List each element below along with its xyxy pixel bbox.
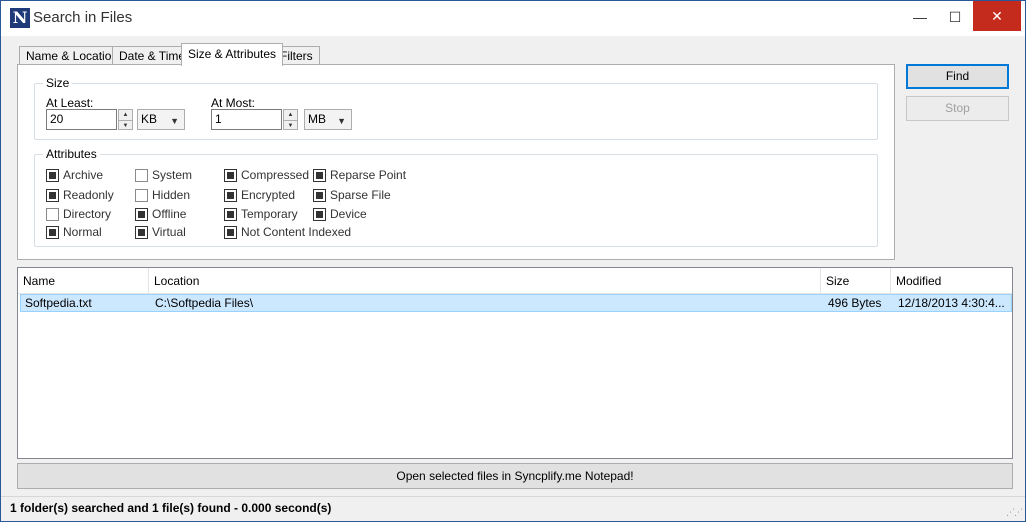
stop-button[interactable]: Stop — [906, 96, 1009, 121]
status-text: 1 folder(s) searched and 1 file(s) found… — [10, 501, 332, 515]
table-row[interactable]: Softpedia.txt C:\Softpedia Files\ 496 By… — [20, 294, 1012, 312]
spin-up-icon[interactable]: ▲ — [284, 110, 297, 120]
attr-label: Offline — [152, 207, 187, 221]
checkbox-archive[interactable] — [46, 169, 59, 182]
attr-label: Hidden — [152, 188, 191, 202]
checkbox-temporary[interactable] — [224, 208, 237, 221]
attributes-group: Attributes Archive Readonly Directory No… — [34, 147, 878, 247]
spin-down-icon[interactable]: ▼ — [119, 120, 132, 130]
size-group-title: Size — [43, 76, 73, 90]
window-title: Search in Files — [33, 9, 133, 26]
open-selected-files-button[interactable]: Open selected files in Syncplify.me Note… — [17, 463, 1013, 489]
at-least-unit-value: KB — [141, 112, 158, 126]
cell-modified: 12/18/2013 4:30:4... — [898, 296, 1005, 310]
status-bar: 1 folder(s) searched and 1 file(s) found… — [1, 496, 1025, 521]
attr-label: Reparse Point — [330, 168, 407, 182]
at-least-input[interactable]: 20 — [46, 109, 117, 130]
checkbox-hidden[interactable] — [135, 189, 148, 202]
attr-label: Normal — [63, 225, 102, 239]
at-least-spinner[interactable]: ▲ ▼ — [118, 109, 133, 130]
at-most-label: At Most: — [211, 96, 256, 110]
attr-label: Encrypted — [241, 188, 296, 202]
cell-name: Softpedia.txt — [25, 296, 92, 310]
size-group: Size At Least: 20 ▲ ▼ KB ▼ At Most: 1 ▲ … — [34, 76, 878, 140]
attr-label: Temporary — [241, 207, 298, 221]
chevron-down-icon: ▼ — [170, 116, 179, 126]
tab-name-location[interactable]: Name & Location — [19, 46, 126, 65]
spin-down-icon[interactable]: ▼ — [284, 120, 297, 130]
attr-label: Readonly — [63, 188, 114, 202]
at-least-label: At Least: — [46, 96, 94, 110]
at-most-unit-select[interactable]: MB ▼ — [304, 109, 352, 130]
checkbox-sparse-file[interactable] — [313, 189, 326, 202]
minimize-button[interactable]: — — [903, 1, 937, 33]
attr-label: Virtual — [152, 225, 186, 239]
attr-label: Archive — [63, 168, 104, 182]
attr-label: Not Content Indexed — [241, 225, 352, 239]
at-most-spinner[interactable]: ▲ ▼ — [283, 109, 298, 130]
cell-location: C:\Softpedia Files\ — [155, 296, 254, 310]
checkbox-directory[interactable] — [46, 208, 59, 221]
at-least-unit-select[interactable]: KB ▼ — [137, 109, 185, 130]
attr-label: Directory — [63, 207, 112, 221]
attr-label: Device — [330, 207, 367, 221]
results-list[interactable]: Name Location Size Modified Softpedia.tx… — [17, 267, 1013, 459]
checkbox-not-content-indexed[interactable] — [224, 226, 237, 239]
maximize-button[interactable]: ☐ — [938, 1, 972, 33]
checkbox-reparse-point[interactable] — [313, 169, 326, 182]
size-attributes-panel: Size At Least: 20 ▲ ▼ KB ▼ At Most: 1 ▲ … — [17, 64, 895, 260]
title-bar: N Search in Files — ☐ ✕ — [1, 1, 1025, 36]
checkbox-encrypted[interactable] — [224, 189, 237, 202]
app-icon: N — [10, 8, 30, 28]
column-header-modified[interactable]: Modified — [891, 268, 1012, 294]
attr-label: Compressed — [241, 168, 310, 182]
checkbox-device[interactable] — [313, 208, 326, 221]
column-header-name[interactable]: Name — [18, 268, 149, 294]
column-header-size[interactable]: Size — [821, 268, 891, 294]
cell-size: 496 Bytes — [828, 296, 882, 310]
attr-label: System — [152, 168, 193, 182]
find-button[interactable]: Find — [906, 64, 1009, 89]
checkbox-system[interactable] — [135, 169, 148, 182]
checkbox-offline[interactable] — [135, 208, 148, 221]
checkbox-compressed[interactable] — [224, 169, 237, 182]
resize-grip-icon[interactable]: ⋰⋰ — [1006, 507, 1023, 518]
checkbox-readonly[interactable] — [46, 189, 59, 202]
checkbox-normal[interactable] — [46, 226, 59, 239]
results-header: Name Location Size Modified — [18, 268, 1012, 294]
checkbox-virtual[interactable] — [135, 226, 148, 239]
chevron-down-icon: ▼ — [337, 116, 346, 126]
spin-up-icon[interactable]: ▲ — [119, 110, 132, 120]
search-in-files-window: N Search in Files — ☐ ✕ Name & Location … — [0, 0, 1026, 522]
attr-label: Sparse File — [330, 188, 391, 202]
tab-size-attributes[interactable]: Size & Attributes — [181, 43, 284, 66]
close-button[interactable]: ✕ — [973, 1, 1021, 31]
column-header-location[interactable]: Location — [149, 268, 821, 294]
attributes-group-title: Attributes — [43, 147, 100, 161]
at-most-input[interactable]: 1 — [211, 109, 282, 130]
at-most-unit-value: MB — [308, 112, 326, 126]
